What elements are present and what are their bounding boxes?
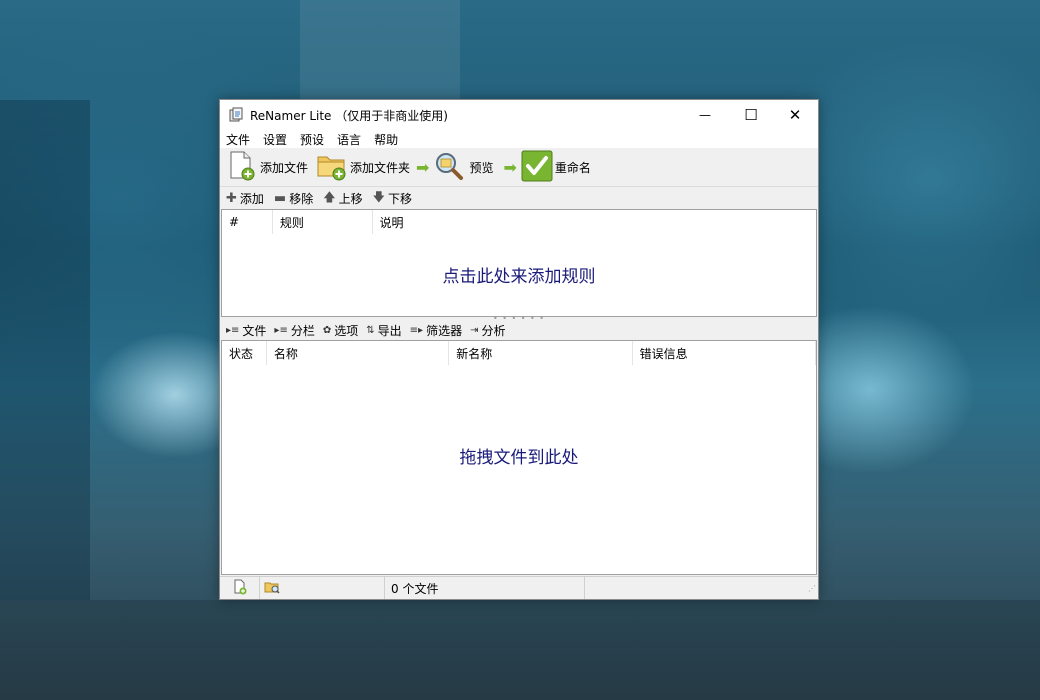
minimize-button[interactable]: — [682, 100, 728, 130]
column-header-rule[interactable]: 规则 [273, 210, 373, 234]
column-header-status[interactable]: 状态 [222, 341, 267, 365]
move-down-button[interactable]: 🡇 下移 [373, 188, 412, 209]
column-header-new-name[interactable]: 新名称 [449, 341, 633, 365]
rules-placeholder[interactable]: 点击此处来添加规则 [222, 262, 816, 287]
options-icon: ✿ [322, 325, 332, 336]
folder-search-icon [264, 579, 280, 598]
add-folders-label: 添加文件夹 [350, 160, 411, 175]
add-rule-label: 添加 [239, 191, 264, 206]
window-title: ReNamer Lite （仅用于非商业使用) [250, 108, 448, 123]
magnifier-icon [433, 150, 465, 185]
app-icon [228, 107, 244, 123]
analyze-menu-label: 分析 [481, 324, 506, 338]
menu-settings[interactable]: 设置 [263, 131, 287, 148]
grip-icon: • • • • • • [492, 314, 546, 323]
remove-rule-label: 移除 [289, 191, 314, 206]
menu-language[interactable]: 语言 [337, 131, 361, 148]
menu-bar: 文件 设置 预设 语言 帮助 [220, 130, 818, 148]
arrow-right-icon: ➡ [416, 157, 430, 177]
preview-label: 预览 [469, 160, 494, 175]
rename-label: 重命名 [554, 160, 591, 175]
columns-menu-label: 分栏 [290, 324, 315, 338]
add-file-icon [226, 150, 258, 185]
minimize-icon: — [699, 108, 711, 122]
add-folders-button[interactable]: 添加文件夹 [316, 150, 410, 184]
minus-icon: ▬ [273, 190, 287, 206]
rename-button[interactable]: 重命名 [521, 150, 591, 184]
columns-menu-button[interactable]: ▸≡ 分栏 [274, 322, 314, 339]
filter-menu-label: 筛选器 [426, 324, 463, 338]
files-menu-label: 文件 [242, 324, 267, 338]
menu-presets[interactable]: 预设 [300, 131, 324, 148]
title-bar[interactable]: ReNamer Lite （仅用于非商业使用) — ☐ ✕ [220, 100, 818, 130]
background-building [0, 100, 90, 600]
analyze-icon: ⇥ [470, 325, 479, 336]
maximize-button[interactable]: ☐ [728, 100, 774, 130]
files-table-header: 状态 名称 新名称 错误信息 [222, 341, 816, 365]
move-up-label: 上移 [338, 191, 363, 206]
move-down-label: 下移 [387, 191, 412, 206]
dropdown-icon: ▸≡ [274, 325, 288, 336]
column-header-error[interactable]: 错误信息 [633, 341, 816, 365]
status-preview-button[interactable] [260, 577, 385, 599]
add-file-icon [232, 579, 248, 598]
column-header-name[interactable]: 名称 [267, 341, 450, 365]
menu-file[interactable]: 文件 [226, 131, 250, 148]
options-menu-label: 选项 [334, 324, 359, 338]
move-up-button[interactable]: 🡅 上移 [323, 188, 362, 209]
arrow-right-icon: ➡ [503, 157, 517, 177]
rules-toolbar: ✚ 添加 ▬ 移除 🡅 上移 🡇 下移 [220, 187, 818, 209]
renamer-window: ReNamer Lite （仅用于非商业使用) — ☐ ✕ 文件 设置 预设 语… [219, 99, 819, 600]
plus-icon: ✚ [226, 190, 237, 206]
options-menu-button[interactable]: ✿ 选项 [323, 322, 358, 339]
files-placeholder[interactable]: 拖拽文件到此处 [222, 443, 816, 468]
background-street [0, 600, 1040, 700]
export-icon: ⇅ [366, 325, 375, 336]
preview-button[interactable]: 预览 [433, 150, 493, 184]
status-file-count: 0 个文件 [385, 577, 585, 599]
menu-help[interactable]: 帮助 [374, 131, 398, 148]
main-toolbar: 添加文件 添加文件夹 ➡ 预览 ➡ 重命名 [220, 148, 818, 187]
export-menu-button[interactable]: ⇅ 导出 [366, 322, 401, 339]
filter-menu-button[interactable]: ≡▸ 筛选器 [410, 322, 462, 339]
add-files-button[interactable]: 添加文件 [226, 150, 308, 184]
rules-panel[interactable]: # 规则 说明 点击此处来添加规则 [221, 209, 817, 317]
remove-rule-button[interactable]: ▬ 移除 [274, 190, 313, 207]
arrow-up-icon: 🡅 [323, 189, 336, 204]
column-header-description[interactable]: 说明 [373, 210, 816, 234]
checkmark-icon [521, 150, 553, 185]
add-folder-icon [316, 150, 348, 185]
add-files-label: 添加文件 [260, 160, 309, 175]
status-add-file-button[interactable] [220, 577, 260, 599]
arrow-down-icon: 🡇 [372, 189, 385, 204]
column-header-number[interactable]: # [222, 210, 273, 234]
status-bar: 0 个文件 ⋰ [220, 576, 818, 599]
dropdown-icon: ▸≡ [226, 325, 240, 336]
files-toolbar: ▸≡ 文件 ▸≡ 分栏 ✿ 选项 ⇅ 导出 ≡▸ 筛选器 ⇥ 分析 [220, 321, 818, 340]
status-resize-grip[interactable]: ⋰ [585, 577, 818, 599]
rules-table-header: # 规则 说明 [222, 210, 816, 234]
add-rule-button[interactable]: ✚ 添加 [226, 190, 264, 207]
files-menu-button[interactable]: ▸≡ 文件 [226, 322, 266, 339]
resize-grip-icon: ⋰ [808, 583, 816, 593]
export-menu-label: 导出 [377, 324, 402, 338]
filter-icon: ≡▸ [409, 325, 424, 336]
close-button[interactable]: ✕ [772, 100, 818, 130]
files-panel[interactable]: 状态 名称 新名称 错误信息 拖拽文件到此处 [221, 340, 817, 575]
close-icon: ✕ [788, 106, 802, 124]
background-building [300, 0, 460, 100]
maximize-icon: ☐ [744, 106, 758, 124]
analyze-menu-button[interactable]: ⇥ 分析 [470, 322, 505, 339]
